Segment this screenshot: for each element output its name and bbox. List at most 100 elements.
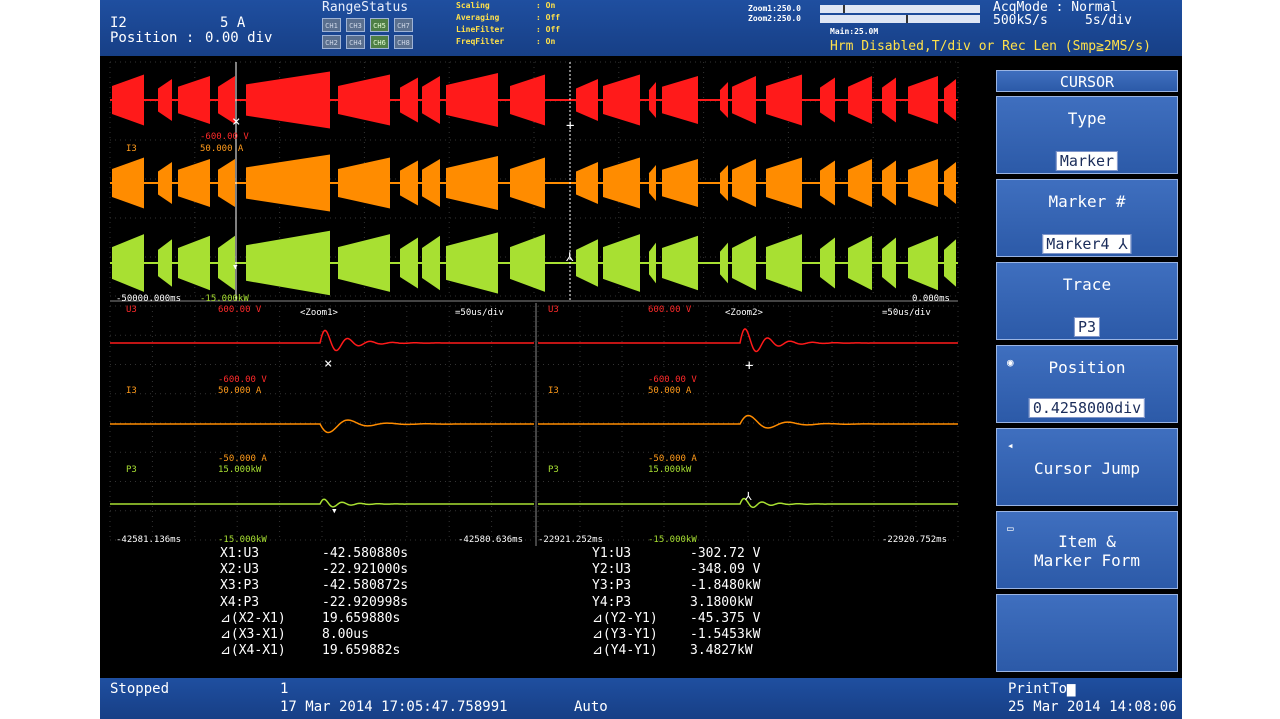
- trace-value: P3: [1073, 317, 1101, 337]
- zoom2-time-left: -22921.252ms: [538, 535, 603, 545]
- zoom2-i3-top: 50.000 A: [648, 386, 692, 396]
- run-state: Stopped: [110, 681, 170, 697]
- range-button-ch1: CH1: [322, 18, 341, 32]
- type-value: Marker: [1055, 151, 1119, 171]
- channel-value: 5 A: [220, 15, 246, 31]
- readout-right-value: 3.1800kW: [690, 594, 753, 610]
- range-status-title: RangeStatus: [322, 0, 409, 15]
- readout-right-value: 3.4827kW: [690, 643, 753, 659]
- range-button-ch3: CH3: [346, 18, 365, 32]
- item-label-line2: Marker Form: [1034, 551, 1140, 570]
- zoom1-marker3: ▾: [331, 504, 338, 517]
- readout-left-name: ⊿(X3-X1): [220, 627, 286, 642]
- trigger-time: 17 Mar 2014 17:05:47.758991: [280, 699, 508, 715]
- readout-left-name: X3:P3: [220, 578, 260, 594]
- current-date: 25 Mar 2014 14:08:06: [1008, 699, 1177, 715]
- zoom2-i3: I3: [548, 386, 559, 396]
- readout-right-value: -302.72 V: [690, 546, 761, 561]
- triangle-left-icon: ◂: [1007, 439, 1014, 452]
- main-rate: Main:25.0M: [830, 27, 879, 36]
- readout-left-value: 19.659882s: [322, 643, 401, 659]
- setting-averaging: Averaging: [456, 13, 500, 22]
- readout-left-name: X1:U3: [220, 546, 260, 561]
- top-status-bar: I2 5 A Position : 0.00 div RangeStatus C…: [100, 0, 1182, 56]
- setting-freqfilter: FreqFilter: [456, 37, 505, 46]
- zoom1-i3: I3: [126, 386, 137, 396]
- item-marker-form-softkey[interactable]: ▭ Item & Marker Form: [996, 511, 1178, 589]
- zoom1-u3-top: 600.00 V: [218, 305, 262, 315]
- zoom2-time-right: -22920.752ms: [882, 535, 947, 545]
- zoom1-u3-bottom: -600.00 V: [218, 375, 267, 385]
- menu-title: CURSOR: [996, 70, 1178, 92]
- range-button-ch7: CH7: [394, 18, 413, 32]
- cursor-menu: CURSOR Type Marker Marker # Marker4 ⅄ Tr…: [996, 70, 1182, 678]
- main-u3-bottom: -600.00 V: [200, 132, 249, 142]
- zoom2-u3: U3: [548, 305, 559, 315]
- zoom1-position-bar: [820, 5, 980, 13]
- range-button-ch2: CH2: [322, 35, 341, 49]
- zoom2-marker4: ⅄: [744, 490, 752, 503]
- oscilloscope-screen: I2 5 A Position : 0.00 div RangeStatus C…: [100, 0, 1182, 719]
- zoom2-tdiv: =50us/div: [882, 308, 931, 318]
- setting-averaging-value: : Off: [536, 13, 561, 22]
- zoom2-title: <Zoom2>: [725, 308, 764, 318]
- range-button-ch6: CH6: [370, 35, 389, 49]
- zoom1-i3-top: 50.000 A: [218, 386, 262, 396]
- readout-left-value: -42.580872s: [322, 578, 409, 594]
- main-time-left: -50000.000ms: [116, 294, 181, 304]
- readout-right-name: ⊿(Y2-Y1): [592, 610, 658, 626]
- zoom1-p3-bottom: -15.000kW: [218, 535, 267, 545]
- harmonic-warning: Hrm Disabled,T/div or Rec Len (Smp≧2MS/s…: [830, 39, 1151, 54]
- readout-right-name: ⊿(Y3-Y1): [592, 627, 658, 642]
- setting-linefilter-value: : Off: [536, 25, 561, 34]
- setting-linefilter: LineFilter: [456, 25, 505, 34]
- zoom1-i3-bottom: -50.000 A: [218, 454, 267, 464]
- zoom1-marker1: ×: [324, 356, 332, 372]
- readout-left-value: -42.580880s: [322, 546, 409, 561]
- readout-left-name: X2:U3: [220, 562, 260, 578]
- main-i3-label: I3: [126, 144, 137, 154]
- zoom2-u3-top: 600.00 V: [648, 305, 692, 315]
- marker-number-softkey[interactable]: Marker # Marker4 ⅄: [996, 179, 1178, 257]
- setting-freqfilter-value: : On: [536, 37, 556, 46]
- marker1-symbol: ×: [232, 114, 240, 130]
- setting-scaling-value: : On: [536, 1, 556, 10]
- trace-softkey[interactable]: Trace P3: [996, 262, 1178, 340]
- channel-name: I2: [110, 15, 127, 31]
- zoom1-time-left: -42581.136ms: [116, 535, 181, 545]
- main-i3-top: 50.000 A: [200, 144, 244, 154]
- readout-left-value: -22.921000s: [322, 562, 409, 578]
- position-label: Position :: [110, 30, 195, 46]
- setting-scaling: Scaling: [456, 1, 490, 10]
- zoom2-marker2: +: [745, 358, 753, 374]
- readout-right-name: Y3:P3: [592, 578, 632, 594]
- readout-left-name: ⊿(X4-X1): [220, 643, 286, 659]
- type-softkey[interactable]: Type Marker: [996, 96, 1178, 174]
- empty-softkey[interactable]: [996, 594, 1178, 672]
- zoom2-position-bar: [820, 15, 980, 23]
- zoom1-u3: U3: [126, 305, 137, 315]
- position-value: 0.00 div: [205, 30, 273, 46]
- zoom1-time-right: -42580.636ms: [458, 535, 523, 545]
- zoom2-u3-bottom: -600.00 V: [648, 375, 697, 385]
- zoom1-p3: P3: [126, 465, 137, 475]
- marker-number-label: Marker #: [1048, 192, 1126, 211]
- position-softkey[interactable]: ◉ Position 0.4258000div: [996, 345, 1178, 423]
- marker-number-value: Marker4 ⅄: [1042, 234, 1132, 254]
- position-input[interactable]: 0.4258000div: [1028, 398, 1146, 418]
- range-button-ch5: CH5: [370, 18, 389, 32]
- cursor-jump-softkey[interactable]: ◂ Cursor Jump: [996, 428, 1178, 506]
- readout-left-value: -22.920998s: [322, 594, 409, 610]
- zoom2-p3-top: 15.000kW: [648, 465, 692, 475]
- folder-icon: ▆: [1067, 681, 1076, 697]
- bottom-status-bar: Stopped 1 17 Mar 2014 17:05:47.758991 Au…: [100, 678, 1182, 719]
- range-button-ch4: CH4: [346, 35, 365, 49]
- main-time-right: 0.000ms: [912, 294, 950, 304]
- zoom2-p3-bottom: -15.000kW: [648, 535, 697, 545]
- zoom2-p3: P3: [548, 465, 559, 475]
- zoom1-rate: Zoom1:250.0: [748, 4, 801, 13]
- zoom2-rate: Zoom2:250.0: [748, 14, 801, 23]
- sample-rate: 500kS/s: [993, 13, 1048, 28]
- trigger-mode: Auto: [574, 699, 608, 715]
- zoom2-i3-bottom: -50.000 A: [648, 454, 697, 464]
